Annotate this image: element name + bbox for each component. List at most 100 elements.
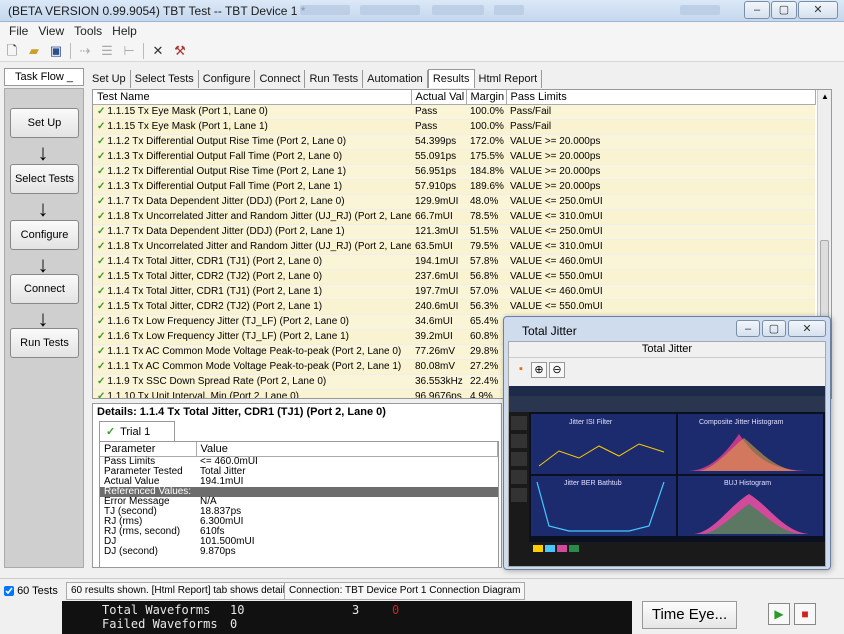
pass-limits-cell: VALUE >= 20.000ps: [506, 164, 815, 180]
margin-cell-text: 100.0%: [470, 106, 504, 117]
pointer-icon[interactable]: ▪: [513, 362, 529, 378]
table-row[interactable]: ✓ 1.1.7 Tx Data Dependent Jitter (DDJ) (P…: [93, 194, 815, 210]
actual-value-cell-text: Pass: [415, 106, 438, 117]
actual-value-cell: 39.2mUI: [411, 329, 466, 345]
scroll-up-icon[interactable]: ▲: [821, 92, 829, 101]
minimize-panel-icon[interactable]: _: [67, 71, 73, 83]
column-header-value[interactable]: Value: [196, 442, 498, 457]
column-header-actual-val[interactable]: Actual Val: [411, 90, 467, 105]
blurred-title-region: [494, 5, 524, 15]
table-row[interactable]: ✓ 1.1.7 Tx Data Dependent Jitter (DDJ) (P…: [93, 224, 815, 240]
task-connect-button[interactable]: Connect: [10, 274, 79, 304]
test-name-cell: ✓ 1.1.5 Tx Total Jitter, CDR2 (TJ2) (Port…: [93, 299, 411, 315]
pass-check-icon: ✓: [97, 151, 106, 162]
tab-select-tests[interactable]: Select Tests: [131, 70, 199, 88]
total-jitter-window[interactable]: Total Jitter – ▢ ✕ Total Jitter ▪ ⊕ ⊖ Ji…: [503, 316, 831, 570]
tab-trial-1[interactable]: ✓ Trial 1: [99, 421, 175, 441]
connection-status[interactable]: Connection: TBT Device Port 1 Connection…: [284, 582, 526, 600]
pass-limits-cell-text: VALUE <= 460.0mUI: [510, 256, 603, 267]
tab-set-up[interactable]: Set Up: [88, 70, 131, 88]
parameter-row: RJ (rms, second) 610fs: [100, 527, 498, 537]
tools-icon[interactable]: ⚒: [172, 43, 188, 59]
pass-limits-cell: VALUE <= 310.0mUI: [506, 239, 815, 255]
pass-limits-cell: VALUE >= 20.000ps: [506, 179, 815, 195]
tab-html-report[interactable]: Html Report: [475, 70, 543, 88]
table-row[interactable]: ✓ 1.1.5 Tx Total Jitter, CDR2 (TJ2) (Port…: [93, 269, 815, 285]
tab-connect[interactable]: Connect: [255, 70, 306, 88]
column-header-parameter[interactable]: Parameter: [100, 442, 197, 457]
table-row[interactable]: ✓ 1.1.2 Tx Differential Output Rise Time …: [93, 164, 815, 180]
column-header-pass-limits[interactable]: Pass Limits: [506, 90, 816, 105]
toolbar-separator: [143, 42, 144, 59]
task-flow-header[interactable]: Task Flow _: [4, 68, 84, 86]
open-folder-icon[interactable]: ▰: [26, 43, 42, 59]
time-eye-button[interactable]: Time Eye...: [642, 601, 737, 629]
zoom-in-icon[interactable]: ⊕: [531, 362, 547, 378]
tab-results[interactable]: Results: [427, 69, 475, 88]
column-header-margin[interactable]: Margin: [466, 90, 507, 105]
tab-configure[interactable]: Configure: [199, 70, 256, 88]
new-file-icon[interactable]: 🗋: [4, 43, 20, 59]
test-name-cell: ✓ 1.1.9 Tx SSC Down Spread Rate (Port 2, …: [93, 374, 411, 390]
table-row[interactable]: ✓ 1.1.3 Tx Differential Output Fall Time …: [93, 179, 815, 195]
pass-limits-cell: VALUE <= 460.0mUI: [506, 254, 815, 270]
task-select-tests-button[interactable]: Select Tests: [10, 164, 79, 194]
column-header-test-name[interactable]: Test Name: [93, 90, 412, 105]
task-set-up-button[interactable]: Set Up: [10, 108, 79, 138]
filter-3-icon[interactable]: ⊢: [121, 43, 137, 59]
stop-button[interactable]: ■: [794, 603, 816, 625]
filter-1-icon[interactable]: ⇢: [77, 43, 93, 59]
table-row[interactable]: ✓ 1.1.8 Tx Uncorrelated Jitter and Random…: [93, 209, 815, 225]
popup-maximize-button[interactable]: ▢: [762, 320, 786, 337]
pass-limits-cell-text: VALUE >= 20.000ps: [510, 181, 601, 192]
table-row[interactable]: ✓ 1.1.2 Tx Differential Output Rise Time …: [93, 134, 815, 150]
tab-run-tests[interactable]: Run Tests: [305, 70, 364, 88]
close-button[interactable]: ✕: [798, 1, 838, 19]
delete-icon[interactable]: ✕: [150, 43, 166, 59]
pass-limits-cell-text: VALUE <= 250.0mUI: [510, 196, 603, 207]
menu-tools[interactable]: Tools: [69, 22, 107, 40]
tests-check-input[interactable]: [4, 586, 14, 597]
actual-value-cell-text: 63.5mUI: [415, 241, 453, 252]
total-waveforms-value: 10: [230, 603, 245, 617]
test-name-cell: ✓ 1.1.4 Tx Total Jitter, CDR1 (TJ1) (Port…: [93, 254, 411, 270]
table-row[interactable]: ✓ 1.1.4 Tx Total Jitter, CDR1 (TJ1) (Port…: [93, 284, 815, 300]
task-configure-button[interactable]: Configure: [10, 220, 79, 250]
menu-help[interactable]: Help: [107, 22, 142, 40]
margin-cell: 56.3%: [466, 299, 506, 315]
parameter-table: Parameter Value Pass Limits <= 460.0mUI Pa…: [100, 442, 498, 557]
test-name-cell-text: 1.1.8 Tx Uncorrelated Jitter and Random …: [107, 241, 411, 252]
actual-value-cell-text: 34.6mUI: [415, 316, 453, 327]
actual-value-cell-text: 237.6mUI: [415, 271, 459, 282]
status-bar: 60 Tests 60 results shown. [Html Report]…: [0, 578, 844, 634]
test-name-cell-text: 1.1.1 Tx AC Common Mode Voltage Peak-to-…: [107, 361, 402, 372]
save-icon[interactable]: ▣: [48, 43, 64, 59]
play-button[interactable]: ▶: [768, 603, 790, 625]
pass-check-icon: ✓: [97, 391, 106, 399]
menu-file[interactable]: File: [4, 22, 33, 40]
margin-cell: 79.5%: [466, 239, 506, 255]
popup-close-button[interactable]: ✕: [788, 320, 826, 337]
table-row[interactable]: ✓ 1.1.3 Tx Differential Output Fall Time …: [93, 149, 815, 165]
blurred-title-region: [680, 5, 720, 15]
menu-view[interactable]: View: [33, 22, 69, 40]
popup-minimize-button[interactable]: –: [736, 320, 760, 337]
filter-2-icon[interactable]: ☰: [99, 43, 115, 59]
actual-value-cell: 77.26mV: [411, 344, 466, 360]
table-row[interactable]: ✓ 1.1.8 Tx Uncorrelated Jitter and Random…: [93, 239, 815, 255]
parameter-value-cell: 194.1mUI: [200, 476, 244, 487]
table-row[interactable]: ✓ 1.1.5 Tx Total Jitter, CDR2 (TJ2) (Port…: [93, 299, 815, 315]
menu-bar: File View Tools Help: [0, 22, 844, 40]
maximize-button[interactable]: ▢: [771, 1, 797, 19]
pass-limits-cell: VALUE >= 20.000ps: [506, 149, 815, 165]
zoom-out-icon[interactable]: ⊖: [549, 362, 565, 378]
tab-automation[interactable]: Automation: [363, 70, 428, 88]
table-row[interactable]: ✓ 1.1.15 Tx Eye Mask (Port 1, Lane 0) Pass…: [93, 104, 815, 120]
tests-checkbox[interactable]: 60 Tests: [4, 585, 58, 597]
pass-limits-cell: VALUE <= 310.0mUI: [506, 209, 815, 225]
table-row[interactable]: ✓ 1.1.4 Tx Total Jitter, CDR1 (TJ1) (Port…: [93, 254, 815, 270]
table-row[interactable]: ✓ 1.1.15 Tx Eye Mask (Port 1, Lane 1) Pass…: [93, 119, 815, 135]
task-run-tests-button[interactable]: Run Tests: [10, 328, 79, 358]
minimize-button[interactable]: –: [744, 1, 770, 19]
total-waveforms-count-3: 0: [392, 603, 400, 617]
